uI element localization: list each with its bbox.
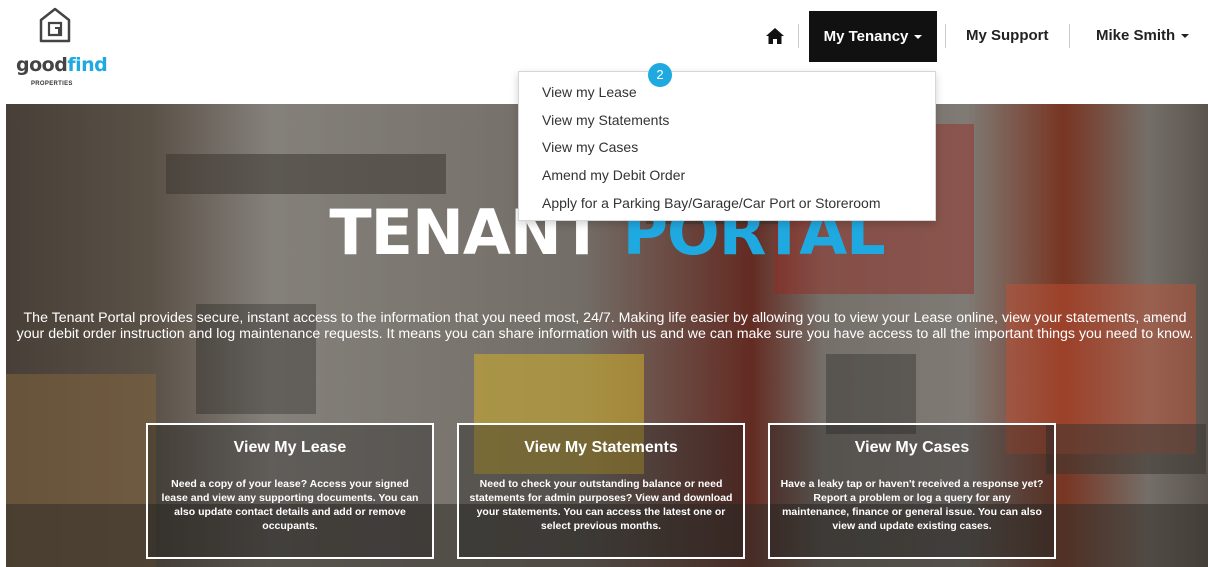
- menu-item-view-cases[interactable]: View my Cases: [519, 134, 935, 162]
- hero-description: The Tenant Portal provides secure, insta…: [16, 310, 1194, 342]
- hero-backdrop-balcony: [166, 154, 446, 194]
- nav-user-menu[interactable]: Mike Smith: [1096, 27, 1190, 44]
- nav-divider: [945, 24, 946, 48]
- nav-my-tenancy-label: My Tenancy: [823, 28, 909, 45]
- nav-my-tenancy[interactable]: My Tenancy: [809, 11, 937, 62]
- nav-divider: [1069, 24, 1070, 48]
- chevron-down-icon: [1181, 34, 1190, 39]
- menu-item-view-lease[interactable]: View my Lease: [519, 79, 935, 107]
- home-icon[interactable]: [765, 27, 785, 45]
- chevron-down-icon: [914, 34, 923, 39]
- menu-item-amend-debit-order[interactable]: Amend my Debit Order: [519, 162, 935, 190]
- card-view-my-lease[interactable]: View My Lease Need a copy of your lease?…: [146, 423, 434, 559]
- brand-tagline: PROPERTIES: [31, 81, 73, 87]
- step-badge: 2: [648, 63, 672, 87]
- card-text: Need to check your outstanding balance o…: [469, 478, 733, 532]
- card-view-my-statements[interactable]: View My Statements Need to check your ou…: [457, 423, 745, 559]
- card-title: View My Statements: [524, 439, 678, 456]
- nav-divider: [798, 24, 799, 48]
- brand-name-part2: find: [67, 54, 108, 76]
- card-text: Need a copy of your lease? Access your s…: [161, 478, 419, 532]
- user-name: Mike Smith: [1096, 27, 1176, 44]
- menu-item-apply-parking-bay[interactable]: Apply for a Parking Bay/Garage/Car Port …: [519, 190, 935, 218]
- card-title: View My Cases: [854, 439, 970, 456]
- hero-backdrop-window: [826, 354, 916, 434]
- card-title: View My Lease: [233, 439, 347, 456]
- hero-backdrop-balcony: [1046, 424, 1206, 474]
- nav-my-support[interactable]: My Support: [966, 27, 1049, 44]
- house-logo-icon: [39, 7, 71, 43]
- card-text: Have a leaky tap or haven't received a r…: [780, 478, 1044, 532]
- card-view-my-cases[interactable]: View My Cases Have a leaky tap or haven'…: [768, 423, 1056, 559]
- brand-name: goodfind: [16, 54, 108, 76]
- my-tenancy-dropdown: View my Lease View my Statements View my…: [518, 71, 936, 221]
- brand-name-part1: good: [16, 54, 68, 76]
- menu-item-view-statements[interactable]: View my Statements: [519, 107, 935, 135]
- brand-logo[interactable]: goodfind PROPERTIES: [16, 6, 116, 92]
